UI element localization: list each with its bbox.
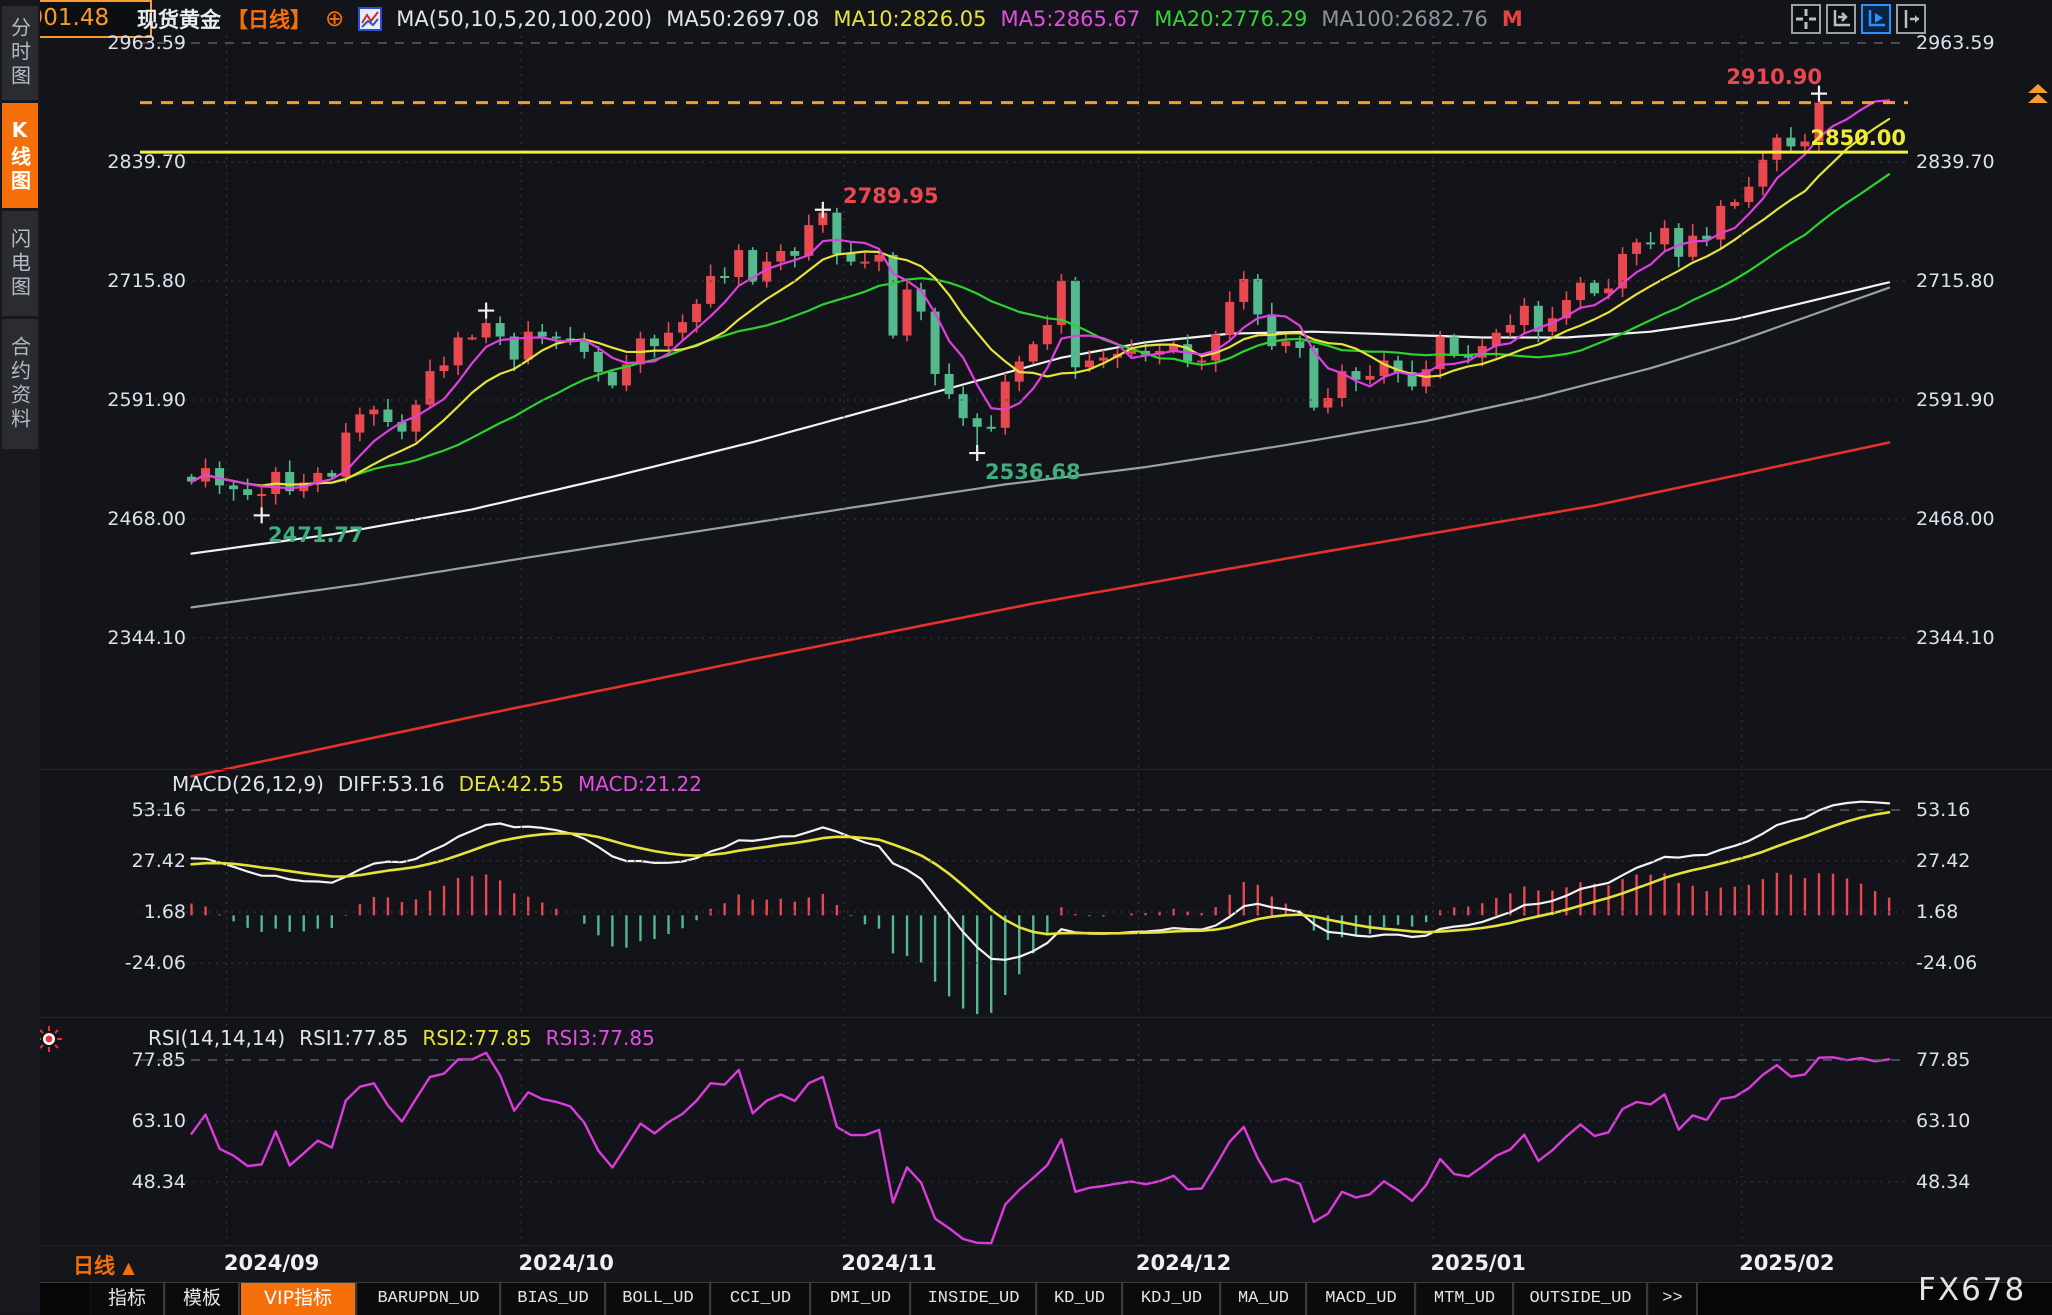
macd-axis-label-left: 27.42: [86, 850, 186, 872]
period-dropdown[interactable]: 日线 ▲: [73, 1250, 135, 1280]
date-axis-label: 2024/10: [496, 1251, 636, 1275]
macd-axis-label-right: 27.42: [1916, 850, 1970, 872]
price-axis-label-left: 2963.59: [86, 32, 186, 54]
chart-toolbar: [1791, 4, 1926, 34]
rsi-axis-label-left: 77.85: [86, 1049, 186, 1071]
axis-scale-tool-button[interactable]: [1826, 4, 1856, 34]
date-axis-label: 2024/12: [1114, 1251, 1254, 1275]
ma200-value-truncated: M: [1502, 7, 1523, 31]
rsi-axis-label-right: 48.34: [1916, 1171, 1970, 1193]
annotation-oct-high: 2789.95: [843, 185, 939, 207]
annotation-sep-low: 2471.77: [268, 524, 364, 546]
sidebar-tab-kline-chart[interactable]: K线图: [2, 103, 38, 208]
date-axis-row: 2024/09 2024/10 2024/11 2024/12 2025/01 2025/…: [40, 1246, 2052, 1282]
ma20-value: MA20:2776.29: [1154, 7, 1307, 31]
rsi-axis-label-left: 48.34: [86, 1171, 186, 1193]
rsi3-value: RSI3:77.85: [546, 1026, 655, 1050]
sidebar-tab-label: 合约资料: [6, 336, 35, 432]
price-axis-label-right: 2839.70: [1916, 151, 1995, 173]
bottom-tab-item[interactable]: BIAS_UD: [501, 1283, 606, 1315]
rsi-axis-label-right: 77.85: [1916, 1049, 1970, 1071]
annotation-feb-high: 2910.90: [1722, 66, 1822, 88]
rsi-axis-label-left: 63.10: [86, 1110, 186, 1132]
rsi-axis-label-right: 63.10: [1916, 1110, 1970, 1132]
price-up-arrow-icon: [2028, 84, 2048, 93]
price-axis-label-left: 2839.70: [86, 151, 186, 173]
sidebar-tab-lightning-chart[interactable]: 闪电图: [2, 211, 38, 316]
sidebar-tab-label: 闪电图: [6, 228, 35, 300]
rsi-title: RSI(14,14,14): [148, 1026, 285, 1050]
macd-diff-value: DIFF:53.16: [338, 772, 445, 796]
rsi1-value: RSI1:77.85: [299, 1026, 408, 1050]
sidebar-tab-contract-info[interactable]: 合约资料: [2, 319, 38, 449]
period-tag: 【日线】: [227, 4, 311, 34]
bottom-tab-item[interactable]: 指标: [90, 1283, 165, 1315]
ma5-value: MA5:2865.67: [1000, 7, 1140, 31]
date-axis-label: 2024/09: [202, 1251, 342, 1275]
price-axis-label-right: 2468.00: [1916, 508, 1995, 530]
price-axis-label-left: 2715.80: [86, 270, 186, 292]
bottom-tab-item[interactable]: KD_UD: [1037, 1283, 1123, 1315]
watermark: FX678: [1918, 1272, 2026, 1308]
bottom-tab-item[interactable]: >>: [1648, 1283, 1698, 1315]
macd-axis-label-left: -24.06: [86, 952, 186, 974]
macd-axis-label-right: 1.68: [1916, 901, 1958, 923]
ma100-value: MA100:2682.76: [1321, 7, 1487, 31]
price-axis-label-left: 2591.90: [86, 389, 186, 411]
bottom-tab-item[interactable]: 模板: [165, 1283, 240, 1315]
chart-type-icon[interactable]: [358, 7, 382, 31]
bottom-tab-item[interactable]: KDJ_UD: [1123, 1283, 1221, 1315]
ma10-value: MA10:2826.05: [833, 7, 986, 31]
price-axis-label-right: 2344.10: [1916, 627, 1995, 649]
bottom-tab-item[interactable]: BARUPDN_UD: [357, 1283, 501, 1315]
macd-title: MACD(26,12,9): [172, 772, 324, 796]
bottom-tab-item[interactable]: OUTSIDE_UD: [1514, 1283, 1648, 1315]
chart-header: 现货黄金 【日线】 ⊕ MA(50,10,5,20,100,200) MA50:…: [137, 5, 1523, 33]
chart-canvas[interactable]: [0, 0, 2052, 1314]
bottom-tab-item[interactable]: INSIDE_UD: [911, 1283, 1037, 1315]
bottom-tab-item[interactable]: DMI_UD: [811, 1283, 911, 1315]
bottom-tab-item[interactable]: MACD_UD: [1307, 1283, 1416, 1315]
triangle-up-icon: ▲: [122, 1258, 134, 1277]
ma-group-label: MA(50,10,5,20,100,200): [396, 7, 652, 31]
ma50-value: MA50:2697.08: [666, 7, 819, 31]
date-axis-label: 2025/02: [1717, 1251, 1857, 1275]
zoom-plus-icon[interactable]: ⊕: [325, 8, 344, 30]
bottom-tab-item[interactable]: CCI_UD: [711, 1283, 811, 1315]
indicator-tab-bar: 指标模板VIP指标BARUPDN_UDBIAS_UDBOLL_UDCCI_UDD…: [40, 1282, 2052, 1315]
macd-axis-label-left: 53.16: [86, 799, 186, 821]
price-up-arrow-icon: [2028, 94, 2048, 103]
macd-axis-label-left: 1.68: [86, 901, 186, 923]
macd-header: MACD(26,12,9) DIFF:53.16 DEA:42.55 MACD:…: [172, 772, 702, 796]
price-axis-label-right: 2715.80: [1916, 270, 1995, 292]
annotation-nov-low: 2536.68: [985, 461, 1081, 483]
macd-axis-label-right: 53.16: [1916, 799, 1970, 821]
hline-price-label: 2850.00: [1770, 127, 1906, 149]
date-axis-label: 2025/01: [1408, 1251, 1548, 1275]
price-axis-label-left: 2468.00: [86, 508, 186, 530]
sidebar-tab-label: 分时图: [6, 17, 35, 89]
rsi2-value: RSI2:77.85: [422, 1026, 531, 1050]
sidebar-tab-time-chart[interactable]: 分时图: [2, 6, 38, 100]
bottom-tab-item[interactable]: MA_UD: [1221, 1283, 1307, 1315]
period-label: 日线: [73, 1254, 115, 1278]
date-axis-label: 2024/11: [819, 1251, 959, 1275]
left-sidebar: 分时图 K线图 闪电图 合约资料: [0, 0, 40, 1314]
axis-auto-tool-button[interactable]: [1861, 4, 1891, 34]
right-edge-tool-button[interactable]: [1896, 4, 1926, 34]
sidebar-tab-label: K线图: [6, 118, 35, 194]
bottom-tab-active[interactable]: VIP指标: [240, 1283, 357, 1315]
crosshair-tool-button[interactable]: [1791, 4, 1821, 34]
bottom-tab-item[interactable]: BOLL_UD: [606, 1283, 711, 1315]
rsi-header: RSI(14,14,14) RSI1:77.85 RSI2:77.85 RSI3…: [148, 1026, 655, 1050]
price-axis-label-right: 2591.90: [1916, 389, 1995, 411]
price-axis-label-right: 2963.59: [1916, 32, 1995, 54]
macd-dea-value: DEA:42.55: [459, 772, 564, 796]
macd-value: MACD:21.22: [578, 772, 702, 796]
price-axis-label-left: 2344.10: [86, 627, 186, 649]
symbol-title: 现货黄金: [137, 4, 221, 34]
bottom-tab-item[interactable]: MTM_UD: [1416, 1283, 1514, 1315]
macd-axis-label-right: -24.06: [1916, 952, 1977, 974]
